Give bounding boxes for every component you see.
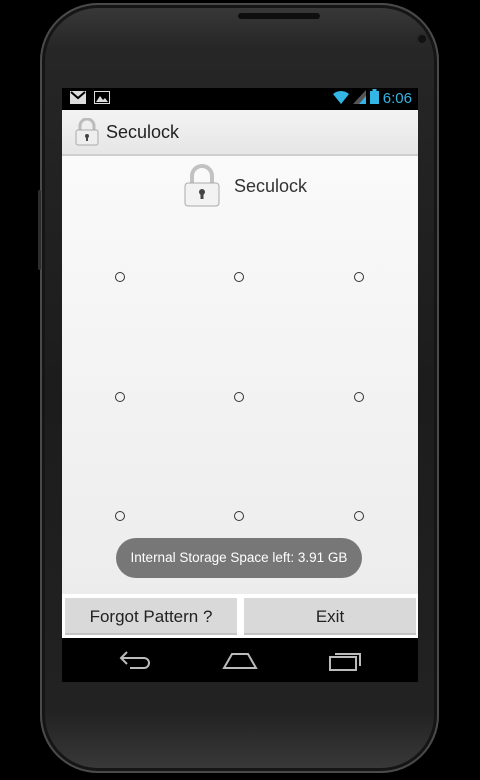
- back-icon[interactable]: [118, 648, 152, 677]
- clock: 6:06: [382, 90, 412, 107]
- signal-icon: [352, 89, 366, 109]
- storage-toast: Internal Storage Space left: 3.91 GB: [116, 538, 362, 578]
- screen: 6:06 Seculock Seculock Internal Storage …: [62, 88, 418, 682]
- front-camera: [416, 33, 428, 45]
- action-bar-title: Seculock: [106, 122, 180, 142]
- pattern-dot-7[interactable]: [115, 511, 125, 521]
- padlock-icon: [182, 164, 222, 213]
- action-bar: Seculock: [62, 110, 418, 156]
- pattern-dot-5[interactable]: [234, 392, 244, 402]
- pattern-dot-4[interactable]: [115, 392, 125, 402]
- button-bar: Forgot Pattern ? Exit: [62, 594, 418, 638]
- battery-icon: [369, 89, 379, 109]
- gallery-icon: [94, 91, 110, 109]
- pattern-dot-3[interactable]: [354, 272, 364, 282]
- pattern-lock-view[interactable]: Seculock Internal Storage Space left: 3.…: [62, 156, 418, 638]
- wifi-icon: [332, 90, 349, 109]
- status-bar: 6:06: [62, 88, 418, 110]
- navigation-bar: [62, 638, 418, 682]
- app-title: Seculock: [234, 176, 308, 196]
- padlock-icon[interactable]: [74, 117, 100, 151]
- pattern-dot-1[interactable]: [115, 272, 125, 282]
- exit-button[interactable]: Exit: [244, 598, 416, 635]
- earpiece-speaker: [238, 13, 320, 19]
- pattern-dot-2[interactable]: [234, 272, 244, 282]
- gmail-icon: [70, 91, 86, 109]
- pattern-dot-9[interactable]: [354, 511, 364, 521]
- volume-button[interactable]: [38, 190, 41, 270]
- recents-icon[interactable]: [328, 648, 364, 677]
- pattern-dot-8[interactable]: [234, 511, 244, 521]
- home-icon[interactable]: [222, 648, 258, 677]
- pattern-dot-6[interactable]: [354, 392, 364, 402]
- forgot-pattern-button[interactable]: Forgot Pattern ?: [65, 598, 237, 635]
